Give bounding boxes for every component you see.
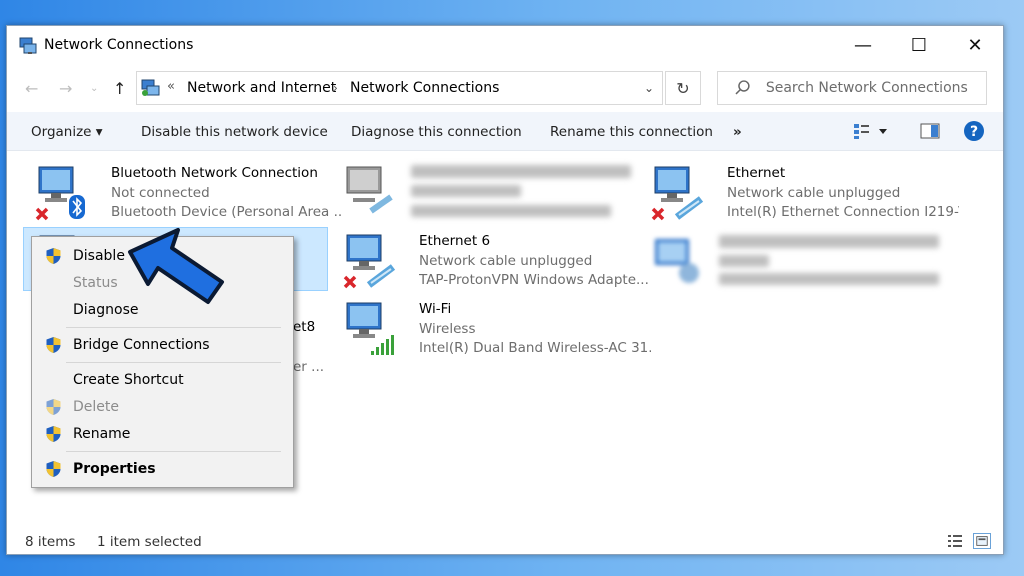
search-input[interactable] bbox=[763, 79, 986, 97]
change-view-icon[interactable] bbox=[853, 122, 887, 140]
connection-ethernet[interactable]: Ethernet Network cable unplugged Intel(R… bbox=[639, 159, 959, 223]
menu-item-delete[interactable]: Delete bbox=[32, 394, 293, 420]
item-count: 8 items bbox=[25, 534, 76, 550]
obscured-text bbox=[719, 235, 939, 248]
connection-name: Bluetooth Network Connection bbox=[111, 165, 318, 181]
connection-status: Wireless bbox=[419, 320, 476, 337]
svg-text:?: ? bbox=[970, 124, 978, 140]
search-box[interactable] bbox=[717, 71, 987, 105]
obscured-text bbox=[411, 205, 611, 217]
help-icon[interactable]: ? bbox=[963, 120, 985, 142]
selection-count: 1 item selected bbox=[97, 534, 202, 550]
pointer-arrow-annotation bbox=[128, 228, 224, 304]
more-commands-button[interactable]: » bbox=[733, 124, 742, 140]
breadcrumb-separator[interactable]: › bbox=[333, 81, 338, 95]
connection-bluetooth[interactable]: Bluetooth Network Connection Not connect… bbox=[23, 159, 343, 223]
connection-name: Wi-Fi bbox=[419, 301, 452, 317]
menu-separator bbox=[66, 327, 281, 328]
connection-name: Ethernet bbox=[727, 165, 786, 181]
connection-device: Intel(R) Ethernet Connection I219-V bbox=[727, 204, 959, 220]
connection-device: Intel(R) Dual Band Wireless-AC 31... bbox=[419, 340, 651, 356]
connection-name-fragment: et8 bbox=[293, 319, 316, 335]
breadcrumb-network-connections[interactable]: Network Connections bbox=[350, 80, 499, 96]
address-chevron[interactable]: « bbox=[167, 79, 175, 94]
connection-status: Network cable unplugged bbox=[727, 184, 901, 201]
ethernet-adapter-icon bbox=[343, 234, 396, 289]
back-button[interactable]: ← bbox=[25, 79, 38, 98]
connection-status: Not connected bbox=[111, 184, 210, 201]
navigation-bar: ← → ⌄ ↑ « Network and Internet › Network… bbox=[7, 70, 1003, 108]
command-bar: Organize ▾ Disable this network device D… bbox=[7, 112, 1003, 151]
connection-obscured[interactable] bbox=[331, 159, 636, 223]
network-connections-icon bbox=[19, 37, 37, 54]
connection-status: Network cable unplugged bbox=[419, 252, 593, 269]
wifi-adapter-icon bbox=[346, 302, 394, 355]
menu-item-create-shortcut[interactable]: Create Shortcut bbox=[32, 367, 293, 393]
connection-ethernet-6[interactable]: Ethernet 6 Network cable unplugged TAP-P… bbox=[331, 227, 649, 291]
forward-button[interactable]: → bbox=[59, 79, 72, 98]
address-dropdown-icon[interactable]: ⌄ bbox=[644, 81, 654, 95]
minimize-button[interactable]: — bbox=[835, 26, 891, 64]
uac-shield-icon bbox=[46, 337, 61, 353]
ethernet-adapter-icon bbox=[651, 166, 704, 221]
preview-pane-icon[interactable] bbox=[920, 122, 940, 140]
details-view-icon[interactable] bbox=[947, 534, 963, 548]
obscured-text bbox=[719, 255, 769, 267]
menu-item-bridge-connections[interactable]: Bridge Connections bbox=[32, 332, 293, 358]
connection-obscured[interactable] bbox=[639, 227, 944, 291]
connection-device: Bluetooth Device (Personal Area ... bbox=[111, 204, 343, 220]
connection-wifi[interactable]: Wi-Fi Wireless Intel(R) Dual Band Wirele… bbox=[331, 295, 651, 359]
bluetooth-adapter-icon bbox=[35, 166, 85, 221]
maximize-button[interactable]: ☐ bbox=[891, 26, 947, 64]
window-title: Network Connections bbox=[44, 37, 194, 53]
refresh-button[interactable]: ↻ bbox=[665, 71, 701, 105]
menu-item-properties[interactable]: Properties bbox=[32, 456, 293, 482]
menu-item-rename[interactable]: Rename bbox=[32, 421, 293, 447]
breadcrumb-network-and-internet[interactable]: Network and Internet bbox=[187, 80, 336, 96]
tiles-view-icon[interactable] bbox=[973, 533, 991, 549]
connection-device-fragment: er ... bbox=[293, 359, 325, 375]
rename-connection-button[interactable]: Rename this connection bbox=[550, 124, 713, 140]
uac-shield-icon bbox=[46, 248, 61, 264]
obscured-text bbox=[719, 273, 939, 285]
obscured-text bbox=[411, 165, 631, 178]
menu-separator bbox=[66, 451, 281, 452]
network-adapter-icon bbox=[655, 239, 699, 283]
uac-shield-icon bbox=[46, 461, 61, 477]
connection-name: Ethernet 6 bbox=[419, 233, 491, 249]
address-bar[interactable]: « Network and Internet › Network Connect… bbox=[136, 71, 663, 105]
recent-locations-button[interactable]: ⌄ bbox=[90, 83, 98, 94]
search-icon bbox=[735, 80, 750, 95]
title-bar[interactable]: Network Connections — ☐ ✕ bbox=[7, 26, 1003, 66]
menu-separator bbox=[66, 362, 281, 363]
status-bar: 8 items 1 item selected bbox=[7, 529, 1003, 553]
disable-device-button[interactable]: Disable this network device bbox=[141, 124, 328, 140]
organize-button[interactable]: Organize ▾ bbox=[31, 124, 103, 140]
uac-shield-icon bbox=[46, 399, 61, 415]
diagnose-connection-button[interactable]: Diagnose this connection bbox=[351, 124, 522, 140]
network-folder-icon bbox=[141, 79, 160, 96]
close-button[interactable]: ✕ bbox=[947, 26, 1003, 64]
up-button[interactable]: ↑ bbox=[113, 79, 126, 98]
connection-device: TAP-ProtonVPN Windows Adapte... bbox=[419, 272, 649, 288]
obscured-text bbox=[411, 185, 521, 197]
uac-shield-icon bbox=[46, 426, 61, 442]
network-adapter-icon bbox=[346, 166, 393, 214]
